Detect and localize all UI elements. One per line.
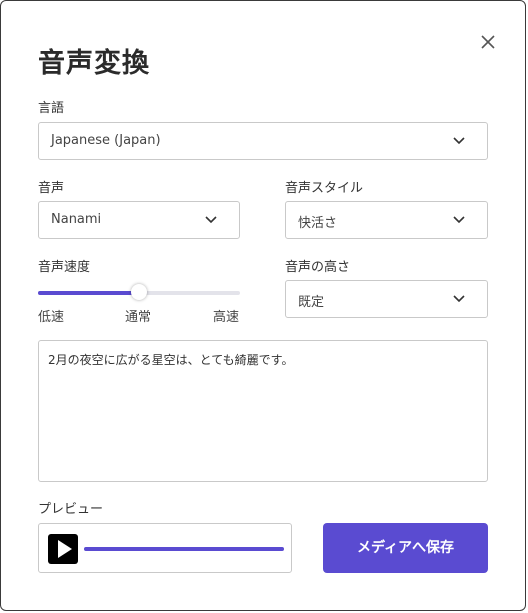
pitch-select[interactable]: 既定 [285,280,488,318]
pitch-select-value: 既定 [298,295,325,310]
preview-progress-fill [84,547,284,551]
voice-select-value: Nanami [51,212,102,227]
voice-style-label: 音声スタイル [285,181,364,196]
language-select[interactable]: Japanese (Japan) [38,122,488,160]
speed-mid-label: 通常 [125,310,152,325]
language-select-value: Japanese (Japan) [51,133,161,148]
chevron-down-icon [453,295,465,303]
text-to-speech-dialog: 音声変換 言語 Japanese (Japan) 音声 Nanami 音声スタイ… [0,0,526,611]
text-input[interactable]: 2月の夜空に広がる星空は、とても綺麗です。 [38,340,488,482]
speed-max-label: 高速 [213,310,240,325]
speed-slider[interactable] [38,284,240,300]
chevron-down-icon [205,216,217,224]
speed-slider-thumb[interactable] [131,284,147,300]
voice-label: 音声 [38,181,65,196]
speed-slider-fill [38,291,139,295]
voice-select[interactable]: Nanami [38,201,240,239]
save-to-media-button[interactable]: メディアへ保存 [323,523,488,573]
voice-style-select-value: 快活さ [298,216,338,231]
language-label: 言語 [38,101,65,116]
preview-progress-bar[interactable] [84,547,284,551]
preview-player [38,523,292,573]
dialog-title: 音声変換 [38,48,150,79]
pitch-label: 音声の高さ [285,260,351,275]
play-button[interactable] [48,534,78,564]
voice-style-select[interactable]: 快活さ [285,201,488,239]
chevron-down-icon [453,137,465,145]
speed-label: 音声速度 [38,260,91,275]
preview-label: プレビュー [38,502,104,517]
play-icon [58,540,72,558]
speed-min-label: 低速 [38,310,65,325]
close-icon[interactable] [477,31,499,53]
chevron-down-icon [453,216,465,224]
